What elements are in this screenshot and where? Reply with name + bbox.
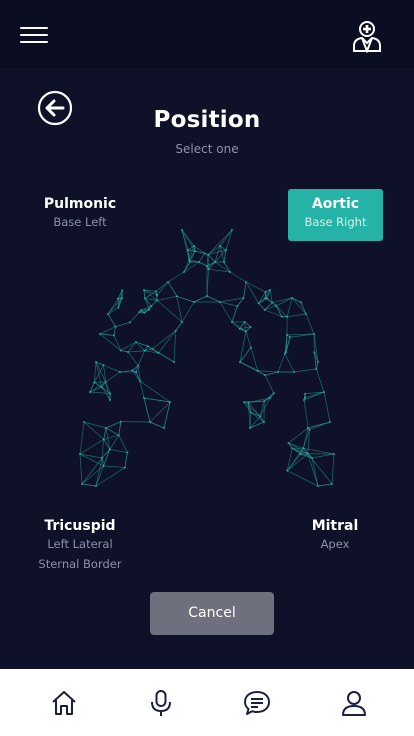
doctor-icon[interactable] [350,19,384,54]
top-bar [0,0,414,68]
bottom-nav [0,669,414,736]
position-desc: Base Right [304,215,367,229]
user-icon[interactable] [340,689,368,717]
page-title: Position [153,107,261,133]
torso-mesh-illustration [70,222,344,492]
position-name: Tricuspid [44,518,116,534]
microphone-icon[interactable] [147,689,175,717]
page-subtitle: Select one [175,142,239,156]
hamburger-menu-icon[interactable] [18,24,50,46]
position-desc: Sternal Border [38,557,122,571]
position-tricuspid[interactable]: Tricuspid Left Lateral Sternal Border [25,518,135,574]
position-name: Mitral [311,518,359,534]
position-mitral[interactable]: Mitral Apex [295,518,375,554]
position-desc: Base Left [53,215,107,229]
chat-icon[interactable] [243,689,271,717]
torso-mesh [79,229,335,487]
cancel-button[interactable]: Cancel [150,592,274,635]
position-aortic[interactable]: Aortic Base Right [288,189,383,241]
position-pulmonic[interactable]: Pulmonic Base Left [30,196,130,232]
position-desc: Apex [320,537,350,551]
position-desc: Left Lateral [47,537,113,551]
home-icon[interactable] [50,689,78,717]
position-name: Aortic [311,196,360,212]
position-name: Pulmonic [43,196,117,212]
